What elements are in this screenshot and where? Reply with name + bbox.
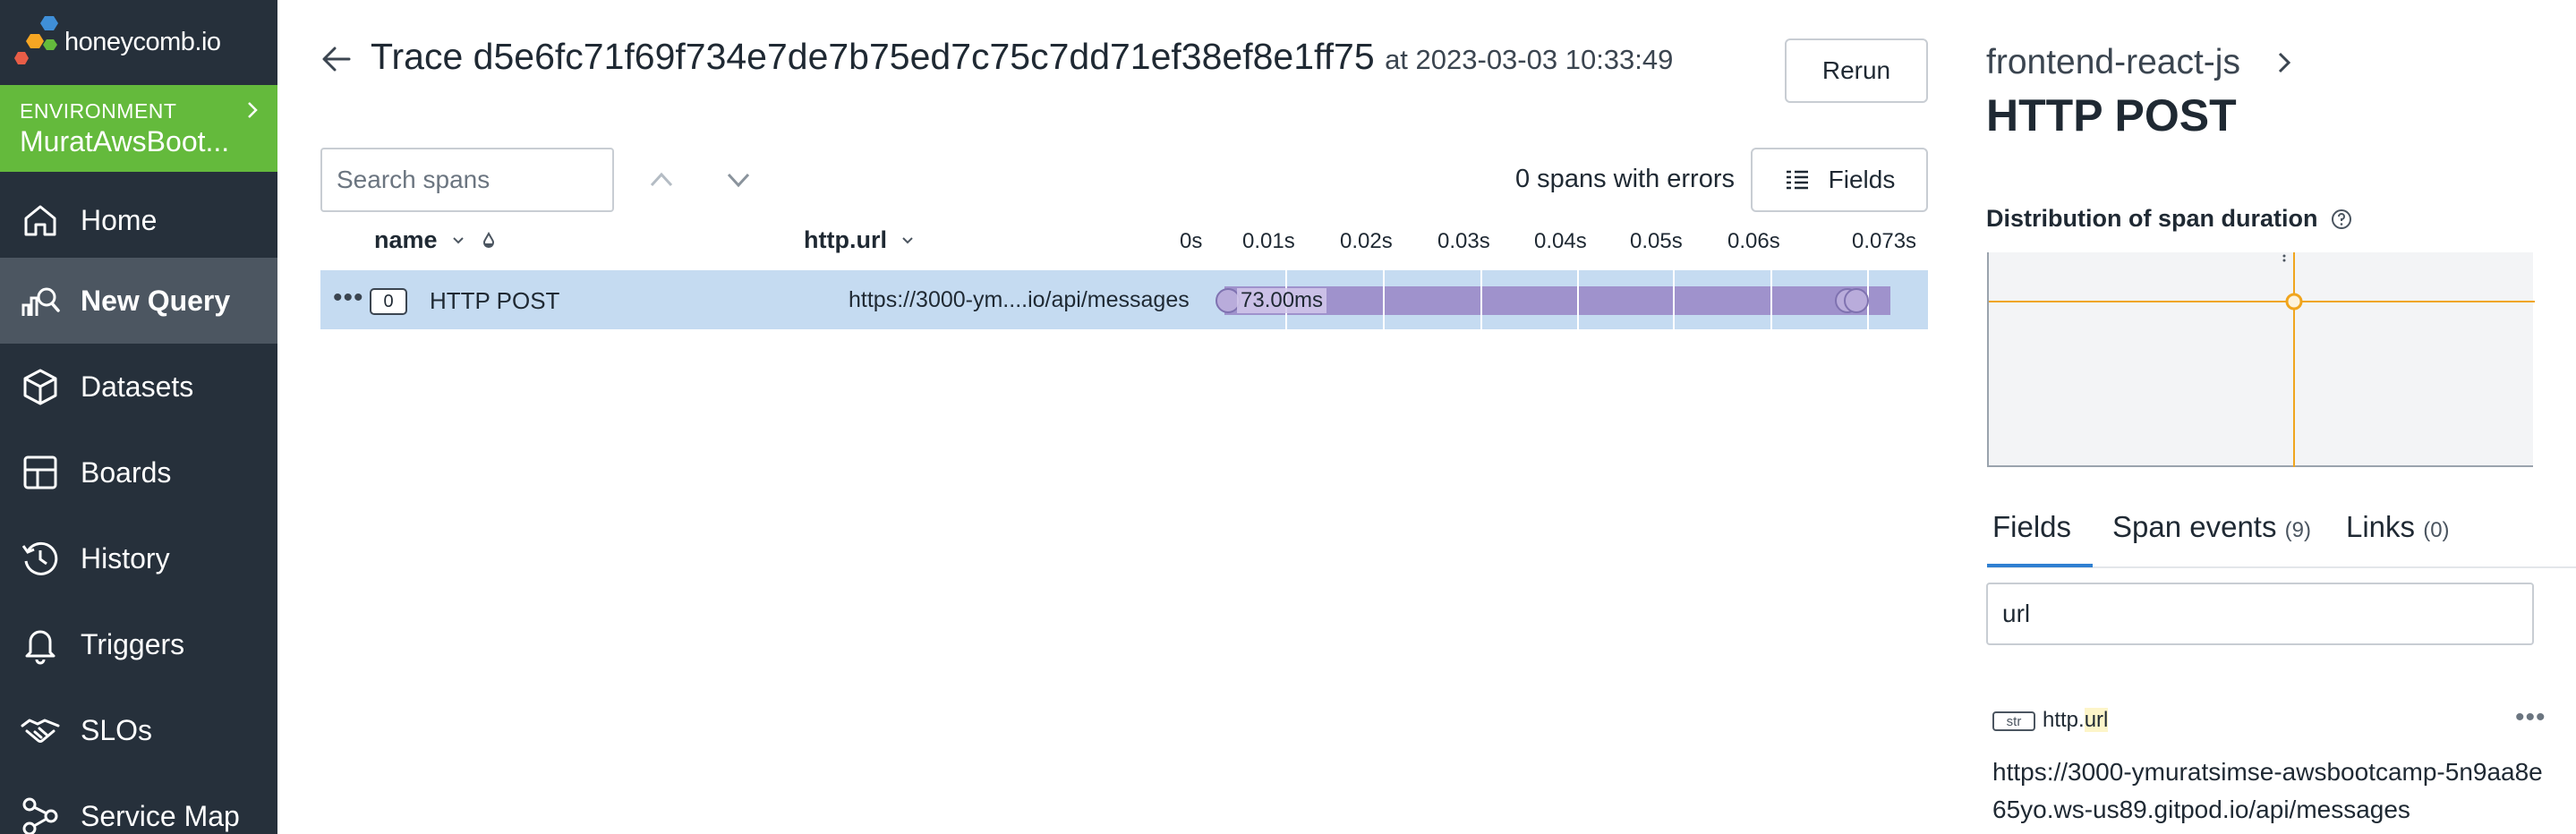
sidebar-item-label: Triggers (81, 627, 185, 660)
histogram-point (2285, 293, 2303, 311)
home-icon (24, 205, 56, 236)
sidebar-item-datasets[interactable]: Datasets (0, 344, 277, 430)
fields-button[interactable]: Fields (1751, 148, 1928, 212)
chevron-right-icon[interactable] (2270, 48, 2299, 77)
timeline-tick: 0.02s (1340, 229, 1393, 253)
field-value: https://3000-ymuratsimse-awsbootcamp-5n9… (1992, 758, 2543, 823)
span-detail-panel: frontend-react-js HTTP POST Distribution… (1951, 0, 2576, 834)
timeline-tick: 0.03s (1437, 229, 1490, 253)
active-tab-indicator (1987, 564, 2093, 567)
timeline-tick: 0.01s (1242, 229, 1295, 253)
sidebar: honeycomb.io ENVIRONMENT MuratAwsBoot...… (0, 0, 277, 834)
rerun-button[interactable]: Rerun (1785, 38, 1928, 103)
environment-selector[interactable]: ENVIRONMENT MuratAwsBoot... (0, 85, 277, 172)
history-icon (21, 541, 58, 575)
service-name[interactable]: frontend-react-js (1986, 43, 2240, 82)
environment-label: ENVIRONMENT (20, 99, 177, 123)
trace-title: Trace d5e6fc71f69f734e7de7b75ed7c75c7dd7… (371, 36, 1375, 77)
timeline-gridline (1673, 270, 1675, 329)
sidebar-item-label: Service Map (81, 799, 240, 832)
field-actions-icon[interactable]: ••• (2515, 704, 2546, 731)
column-header-name[interactable]: name (374, 226, 499, 254)
histogram-plot (1989, 252, 2535, 467)
table-row[interactable]: ••• 0 HTTP POST https://3000-ym....io/ap… (320, 270, 1928, 329)
span-duration-histogram[interactable] (1987, 252, 2535, 467)
span-duration-label: 73.00ms (1237, 288, 1327, 313)
back-arrow-icon[interactable] (320, 43, 353, 75)
page-title: Trace d5e6fc71f69f734e7de7b75ed7c75c7dd7… (371, 36, 1673, 78)
tab-span-events[interactable]: Span events (9) (2112, 510, 2311, 544)
environment-name: MuratAwsBoot... (20, 125, 230, 157)
sidebar-item-triggers[interactable]: Triggers (0, 601, 277, 687)
timeline-tick: 0.05s (1630, 229, 1683, 253)
timeline-gridline (1577, 270, 1579, 329)
column-header-http-url[interactable]: http.url (804, 226, 916, 254)
distribution-label: Distribution of span duration (1986, 205, 2318, 232)
sort-drop-icon[interactable] (479, 231, 499, 251)
span-title: HTTP POST (1986, 90, 2237, 140)
sidebar-item-label: New Query (81, 284, 231, 317)
honeycomb-logo-icon (14, 16, 58, 64)
boards-icon (23, 455, 57, 489)
trace-view: Trace d5e6fc71f69f734e7de7b75ed7c75c7dd7… (277, 0, 1951, 834)
fields-list-icon (1786, 170, 1808, 190)
sidebar-item-history[interactable]: History (0, 515, 277, 601)
span-name: HTTP POST (430, 287, 560, 314)
sidebar-item-service-map[interactable]: Service Map (0, 773, 277, 834)
sidebar-item-label: History (81, 541, 170, 574)
sidebar-item-label: Boards (81, 455, 172, 489)
tab-label: Links (2346, 510, 2416, 543)
span-event-marker[interactable] (1844, 288, 1869, 313)
sidebar-item-boards[interactable]: Boards (0, 430, 277, 515)
chevron-up-icon[interactable] (644, 163, 678, 197)
span-errors-count: 0 spans with errors (1515, 165, 1735, 193)
tab-label: Span events (2112, 510, 2277, 543)
field-type-badge: str (1992, 711, 2035, 731)
field-name: http.url (2043, 708, 2109, 733)
honeycomb-logo[interactable]: honeycomb.io (13, 13, 221, 72)
bell-icon (25, 630, 55, 665)
timeline-tick: 0.04s (1534, 229, 1587, 253)
field-name-match: url (2084, 708, 2109, 732)
dataset-icon (23, 369, 57, 405)
handshake-icon (21, 719, 60, 743)
sidebar-item-slos[interactable]: SLOs (0, 687, 277, 773)
logo-text: honeycomb.io (64, 27, 221, 56)
sort-chevron-icon (902, 236, 913, 243)
service-map-icon (22, 797, 58, 834)
timeline-tick: 0.06s (1727, 229, 1780, 253)
child-span-count[interactable]: 0 (370, 288, 407, 315)
span-http-url: https://3000-ym....io/api/messages (849, 287, 1190, 312)
distribution-heading: Distribution of span duration (1986, 205, 2353, 233)
help-icon[interactable] (2330, 208, 2353, 231)
trace-timestamp: at 2023-03-03 10:33:49 (1385, 44, 1674, 75)
tab-label: Fields (1992, 510, 2072, 543)
tab-links[interactable]: Links (0) (2346, 510, 2450, 544)
sidebar-item-new-query[interactable]: New Query (0, 258, 277, 344)
chevron-down-icon[interactable] (721, 163, 755, 197)
tab-count: (0) (2423, 518, 2450, 542)
sidebar-item-label: Home (81, 203, 158, 236)
field-filter-input[interactable] (1986, 583, 2534, 645)
timeline-tick: 0s (1180, 229, 1203, 253)
sidebar-item-label: Datasets (81, 370, 194, 403)
chevron-right-icon (248, 102, 258, 118)
tab-fields[interactable]: Fields (1992, 510, 2071, 544)
sort-chevron-icon (452, 236, 464, 243)
sidebar-item-home[interactable]: Home (0, 177, 277, 263)
timeline-gridline (1770, 270, 1772, 329)
timeline-gridline (1383, 270, 1385, 329)
timeline-gridline (1480, 270, 1482, 329)
column-header-label: name (374, 226, 438, 253)
query-icon (21, 287, 60, 316)
row-actions-icon[interactable]: ••• (333, 285, 364, 311)
column-header-label: http.url (804, 226, 887, 253)
field-name-prefix: http. (2043, 708, 2085, 732)
search-spans-input[interactable] (320, 148, 614, 212)
fields-button-label: Fields (1828, 166, 1896, 193)
sidebar-item-label: SLOs (81, 713, 153, 746)
tab-count: (9) (2284, 518, 2311, 542)
timeline-tick: 0.073s (1852, 229, 1917, 253)
